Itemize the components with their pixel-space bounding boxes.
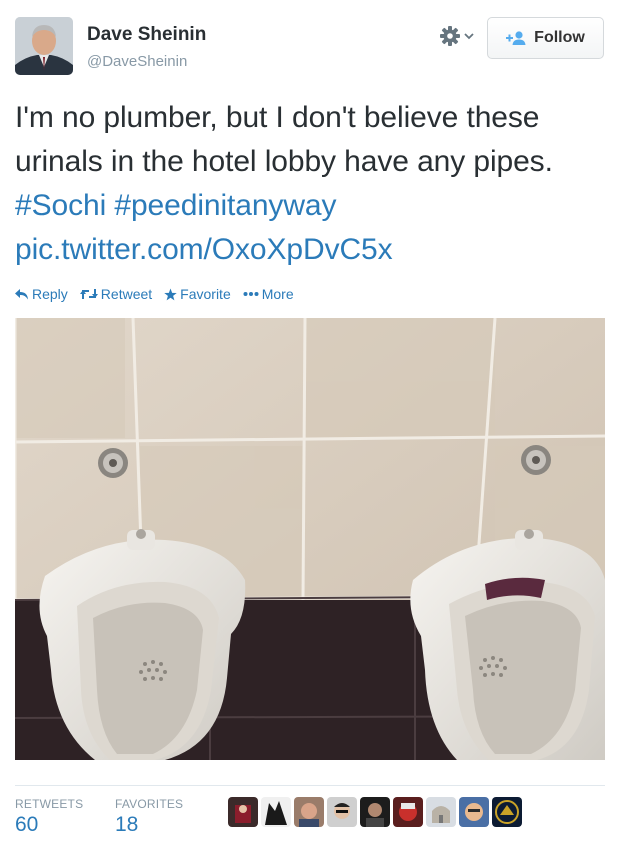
more-button[interactable]: More [243,286,294,302]
favoriter-avatar[interactable] [294,797,324,827]
tweet-text: I'm no plumber, but I don't believe thes… [15,96,620,272]
favoriter-avatar-image [228,797,258,827]
favorites-count[interactable]: 18 [115,813,138,837]
favoriter-avatar-image [294,797,324,827]
retweet-label: Retweet [100,286,153,302]
more-label: More [261,286,294,302]
reply-label: Reply [32,286,68,302]
author-name[interactable]: Dave Sheinin [87,24,206,46]
hashtag-peedinitanyway[interactable]: #peedinitanyway [114,189,336,222]
follow-button[interactable]: Follow [487,17,604,59]
favorite-label: Favorite [180,286,231,302]
favoriter-avatar-image [261,797,291,827]
stats-divider-top [15,785,605,786]
favoriter-avatar[interactable] [393,797,423,827]
reply-button[interactable]: Reply [15,286,68,302]
pic-link[interactable]: pic.twitter.com/OxoXpDvC5x [15,233,393,266]
favoriter-avatar-image [327,797,357,827]
urinals-photo [15,318,605,760]
favoriter-avatar[interactable] [327,797,357,827]
add-user-icon [506,31,526,45]
favoriter-avatars [228,797,522,827]
favoriter-avatar-image [459,797,489,827]
favoriter-avatar-image [360,797,390,827]
favorite-button[interactable]: Favorite [164,286,231,302]
retweets-count[interactable]: 60 [15,813,38,837]
tweet-photo[interactable] [15,318,605,760]
settings-menu-button[interactable] [440,24,474,48]
gear-icon [440,26,460,46]
author-avatar-image [15,17,73,75]
favorites-label: FAVORITES [115,797,184,811]
reply-icon [15,288,28,299]
favoriter-avatar[interactable] [228,797,258,827]
retweet-icon [79,289,98,299]
chevron-down-icon [464,33,474,40]
favoriter-avatar[interactable] [261,797,291,827]
author-handle[interactable]: @DaveSheinin [87,53,187,70]
retweet-button[interactable]: Retweet [79,286,153,302]
follow-button-label: Follow [534,29,585,46]
favoriter-avatar[interactable] [492,797,522,827]
more-dots-icon [243,292,259,296]
author-avatar[interactable] [15,17,73,75]
tweet-body: I'm no plumber, but I don't believe thes… [15,101,553,178]
favoriter-avatar[interactable] [459,797,489,827]
favoriter-avatar-image [492,797,522,827]
favoriter-avatar-image [426,797,456,827]
retweets-label: RETWEETS [15,797,84,811]
tweet-actions: Reply Retweet Favorite More [15,286,294,302]
favoriter-avatar[interactable] [426,797,456,827]
favoriter-avatar[interactable] [360,797,390,827]
hashtag-sochi[interactable]: #Sochi [15,189,106,222]
favoriter-avatar-image [393,797,423,827]
star-icon [164,288,177,300]
